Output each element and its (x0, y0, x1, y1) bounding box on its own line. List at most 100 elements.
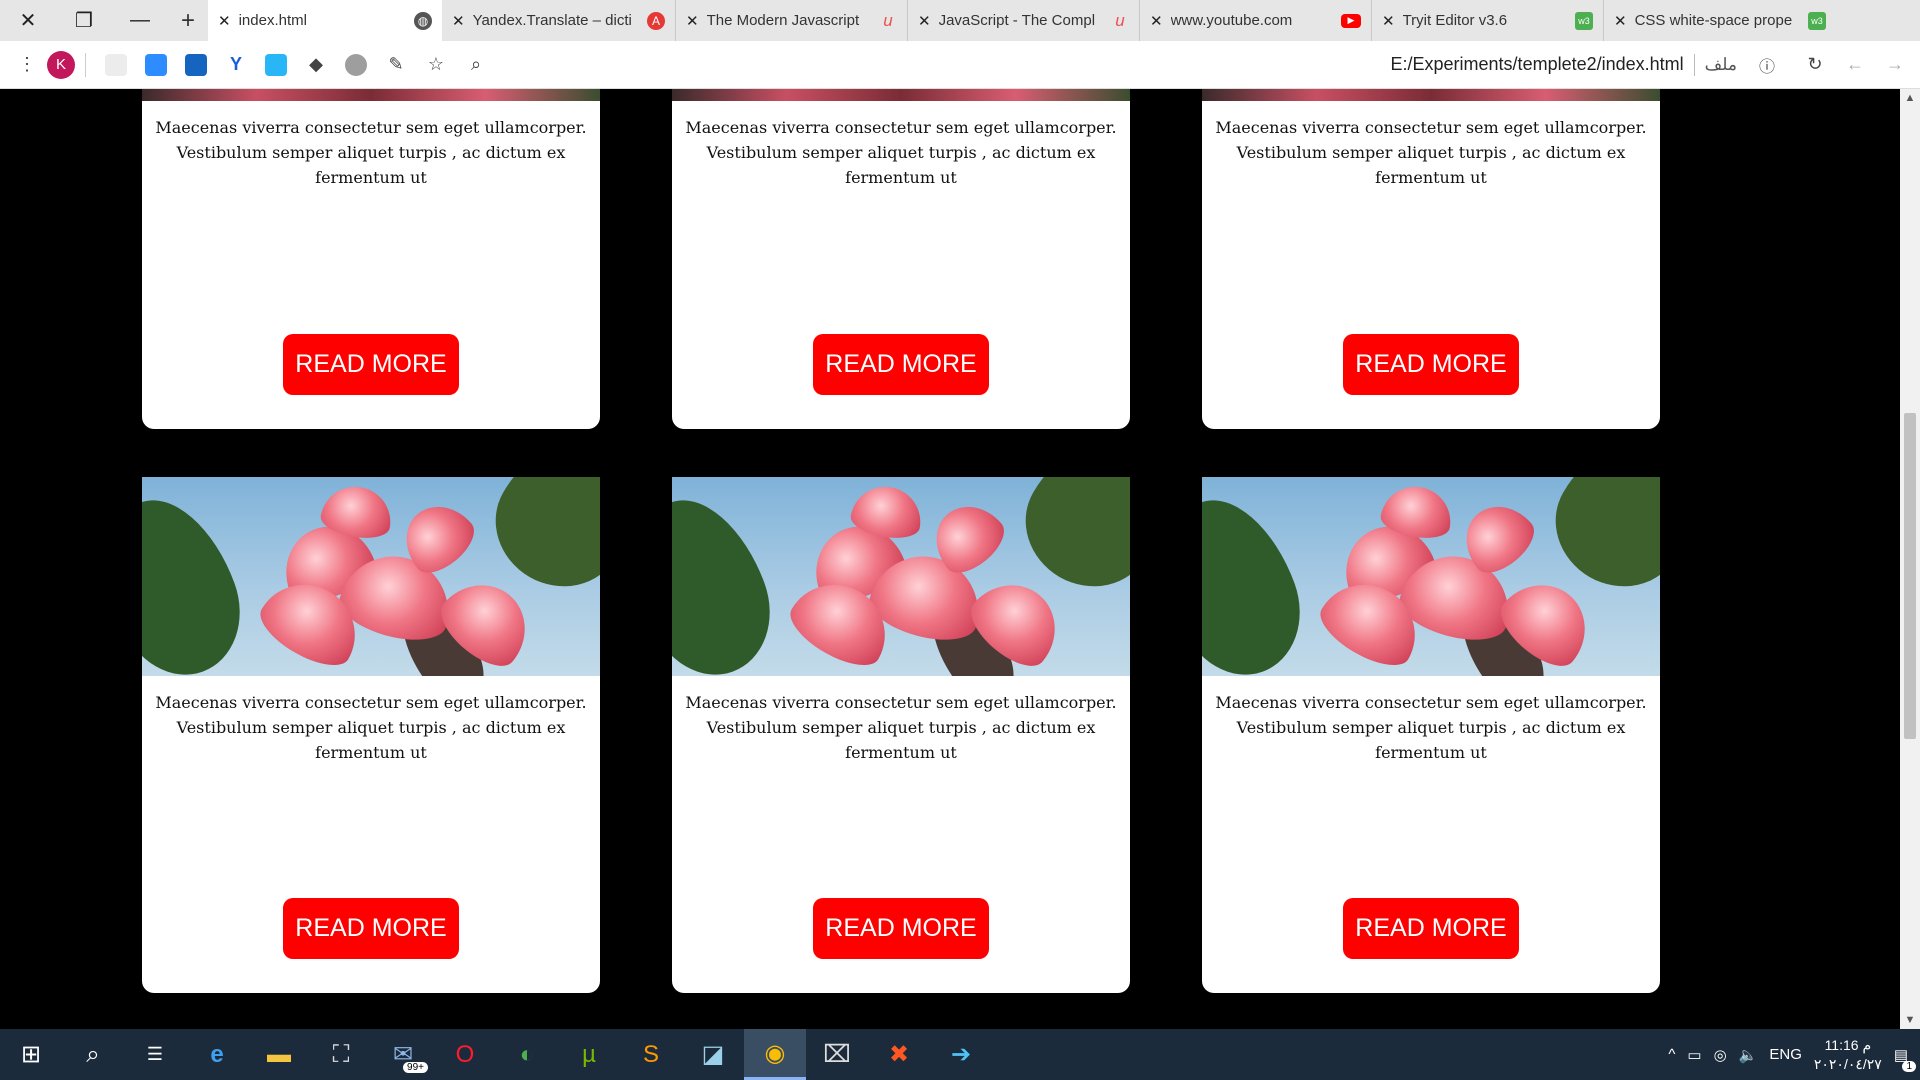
card: Maecenas viverra consectetur sem eget ul… (672, 477, 1130, 993)
card-text: Maecenas viverra consectetur sem eget ul… (685, 118, 1117, 187)
tab-close-icon[interactable]: ✕ (452, 12, 465, 30)
tab-close-icon[interactable]: ✕ (218, 12, 231, 30)
url-scheme-label: ملف (1704, 54, 1737, 74)
search-icon[interactable]: ⌕ (62, 1029, 124, 1080)
store-icon[interactable]: ⛶ (310, 1029, 372, 1080)
read-more-button[interactable]: READ MORE (283, 334, 459, 395)
search-icon[interactable]: ⌕ (459, 48, 493, 82)
share-app-icon[interactable]: ➔ (930, 1029, 992, 1080)
udemy-icon: u (1115, 10, 1125, 30)
card-text: Maecenas viverra consectetur sem eget ul… (155, 693, 587, 762)
scroll-up-icon[interactable]: ▲ (1900, 89, 1920, 107)
fish-extension-icon[interactable]: ◆ (299, 48, 333, 82)
opera-icon[interactable]: O (434, 1029, 496, 1080)
help-extension-icon[interactable] (339, 48, 373, 82)
sublime-text-icon[interactable]: S (620, 1029, 682, 1080)
file-explorer-icon[interactable]: ▬ (248, 1029, 310, 1080)
back-arrow-icon[interactable]: ← (1838, 48, 1872, 82)
mail-badge: 99+ (403, 1062, 428, 1073)
card-text: Maecenas viverra consectetur sem eget ul… (685, 693, 1117, 762)
notification-count: 1 (1902, 1060, 1916, 1072)
language-indicator[interactable]: ENG (1769, 1046, 1802, 1063)
tab-close-icon[interactable]: ✕ (918, 12, 931, 30)
eyedropper-extension-icon[interactable]: ✎ (379, 48, 413, 82)
card: Maecenas viverra consectetur sem eget ul… (142, 89, 600, 429)
xampp-icon[interactable]: ✖ (868, 1029, 930, 1080)
tab-css-whitespace[interactable]: ✕ CSS white-space prope w3 (1604, 0, 1836, 41)
scroll-thumb[interactable] (1904, 413, 1916, 739)
restore-window-icon[interactable]: ❐ (56, 0, 112, 41)
battery-icon[interactable]: ▭ (1687, 1046, 1701, 1064)
network-icon[interactable]: ◎ (1714, 1046, 1727, 1064)
flower-image (1202, 89, 1660, 101)
start-windows-icon[interactable]: ⊞ (0, 1029, 62, 1080)
edge-icon[interactable]: e (186, 1029, 248, 1080)
utorrent-icon[interactable]: µ (558, 1029, 620, 1080)
profile-avatar[interactable]: K (47, 50, 75, 79)
tab-close-icon[interactable]: ✕ (1150, 12, 1163, 30)
tab-close-icon[interactable]: ✕ (686, 12, 699, 30)
bracket-app-icon[interactable]: ⌧ (806, 1029, 868, 1080)
tab-title: CSS white-space prope (1634, 12, 1793, 29)
system-tray: ^ ▭ ◎ 🔈 ENG 11:16 م ٢٠٢٠/٠٤/٢٧ ▤ 1 (1668, 1036, 1920, 1074)
tab-modern-js[interactable]: ✕ The Modern Javascript u (676, 0, 908, 41)
chrome-icon[interactable]: ◉ (744, 1029, 806, 1080)
tab-title: Tryit Editor v3.6 (1402, 12, 1508, 29)
translate-extension-icon[interactable] (259, 48, 293, 82)
card-text: Maecenas viverra consectetur sem eget ul… (155, 118, 587, 187)
card: Maecenas viverra consectetur sem eget ul… (672, 89, 1130, 429)
reload-icon[interactable]: ↻ (1798, 48, 1832, 82)
flower-image (142, 89, 600, 101)
page-scrollbar[interactable]: ▲ ▼ (1900, 89, 1920, 1029)
tab-strip: ✕ ❐ — + ✕ index.html ◍ ✕ Yandex.Translat… (0, 0, 1920, 41)
app-icon[interactable]: ◪ (682, 1029, 744, 1080)
read-more-button[interactable]: READ MORE (283, 898, 459, 959)
read-more-button[interactable]: READ MORE (1343, 898, 1519, 959)
url-text[interactable]: E:/Experiments/templete2/index.html (1391, 54, 1684, 75)
tab-tryit[interactable]: ✕ Tryit Editor v3.6 w3 (1372, 0, 1604, 41)
flower-image (142, 477, 600, 676)
tab-youtube[interactable]: ✕ www.youtube.com ▶ (1140, 0, 1372, 41)
scroll-down-icon[interactable]: ▼ (1900, 1011, 1920, 1029)
extension-blank-icon[interactable] (99, 48, 133, 82)
tab-title: JavaScript - The Compl (938, 12, 1096, 29)
zoom-extension-icon[interactable] (139, 48, 173, 82)
task-view-icon[interactable]: ☰ (124, 1029, 186, 1080)
w3schools-icon: w3 (1575, 11, 1593, 30)
close-window-icon[interactable]: ✕ (0, 0, 56, 41)
flower-image (672, 89, 1130, 101)
card-text: Maecenas viverra consectetur sem eget ul… (1215, 693, 1647, 762)
tab-index[interactable]: ✕ index.html ◍ (208, 0, 442, 41)
tab-title: The Modern Javascript (706, 12, 860, 29)
tab-yandex[interactable]: ✕ Yandex.Translate – dicti A (442, 0, 676, 41)
notification-center-icon[interactable]: ▤ 1 (1894, 1046, 1916, 1072)
url-divider (1693, 53, 1695, 76)
menu-dots-icon[interactable]: ⋮ (10, 48, 44, 82)
mixed-app-icon[interactable]: ◐ (496, 1029, 558, 1080)
card: Maecenas viverra consectetur sem eget ul… (1202, 477, 1660, 993)
site-info-icon[interactable]: ⓘ (1750, 48, 1784, 82)
volume-icon[interactable]: 🔈 (1739, 1046, 1758, 1064)
forward-arrow-icon[interactable]: → (1878, 48, 1912, 82)
minimize-window-icon[interactable]: — (112, 0, 168, 41)
address-bar[interactable]: E:/Experiments/templete2/index.html ملف … (1391, 48, 1787, 82)
yandex-extension-icon[interactable]: Y (219, 48, 253, 82)
tab-close-icon[interactable]: ✕ (1382, 12, 1395, 30)
tray-chevron-icon[interactable]: ^ (1668, 1046, 1675, 1063)
card-text: Maecenas viverra consectetur sem eget ul… (1215, 118, 1647, 187)
read-more-button[interactable]: READ MORE (813, 898, 989, 959)
mail-icon[interactable]: ✉ 99+ (372, 1029, 434, 1080)
toolbar-divider (85, 52, 86, 77)
read-more-button[interactable]: READ MORE (1343, 334, 1519, 395)
tab-close-icon[interactable]: ✕ (1614, 12, 1627, 30)
clock[interactable]: 11:16 م ٢٠٢٠/٠٤/٢٧ (1814, 1036, 1882, 1074)
bookmark-star-icon[interactable]: ☆ (419, 48, 453, 82)
tab-js-complete[interactable]: ✕ JavaScript - The Compl u (908, 0, 1140, 41)
w3schools-icon: w3 (1808, 11, 1826, 30)
read-more-button[interactable]: READ MORE (813, 334, 989, 395)
card: Maecenas viverra consectetur sem eget ul… (1202, 89, 1660, 429)
download-extension-icon[interactable] (179, 48, 213, 82)
new-tab-button[interactable]: + (168, 7, 208, 35)
clock-date: ٢٠٢٠/٠٤/٢٧ (1813, 1055, 1882, 1072)
card: Maecenas viverra consectetur sem eget ul… (142, 477, 600, 993)
